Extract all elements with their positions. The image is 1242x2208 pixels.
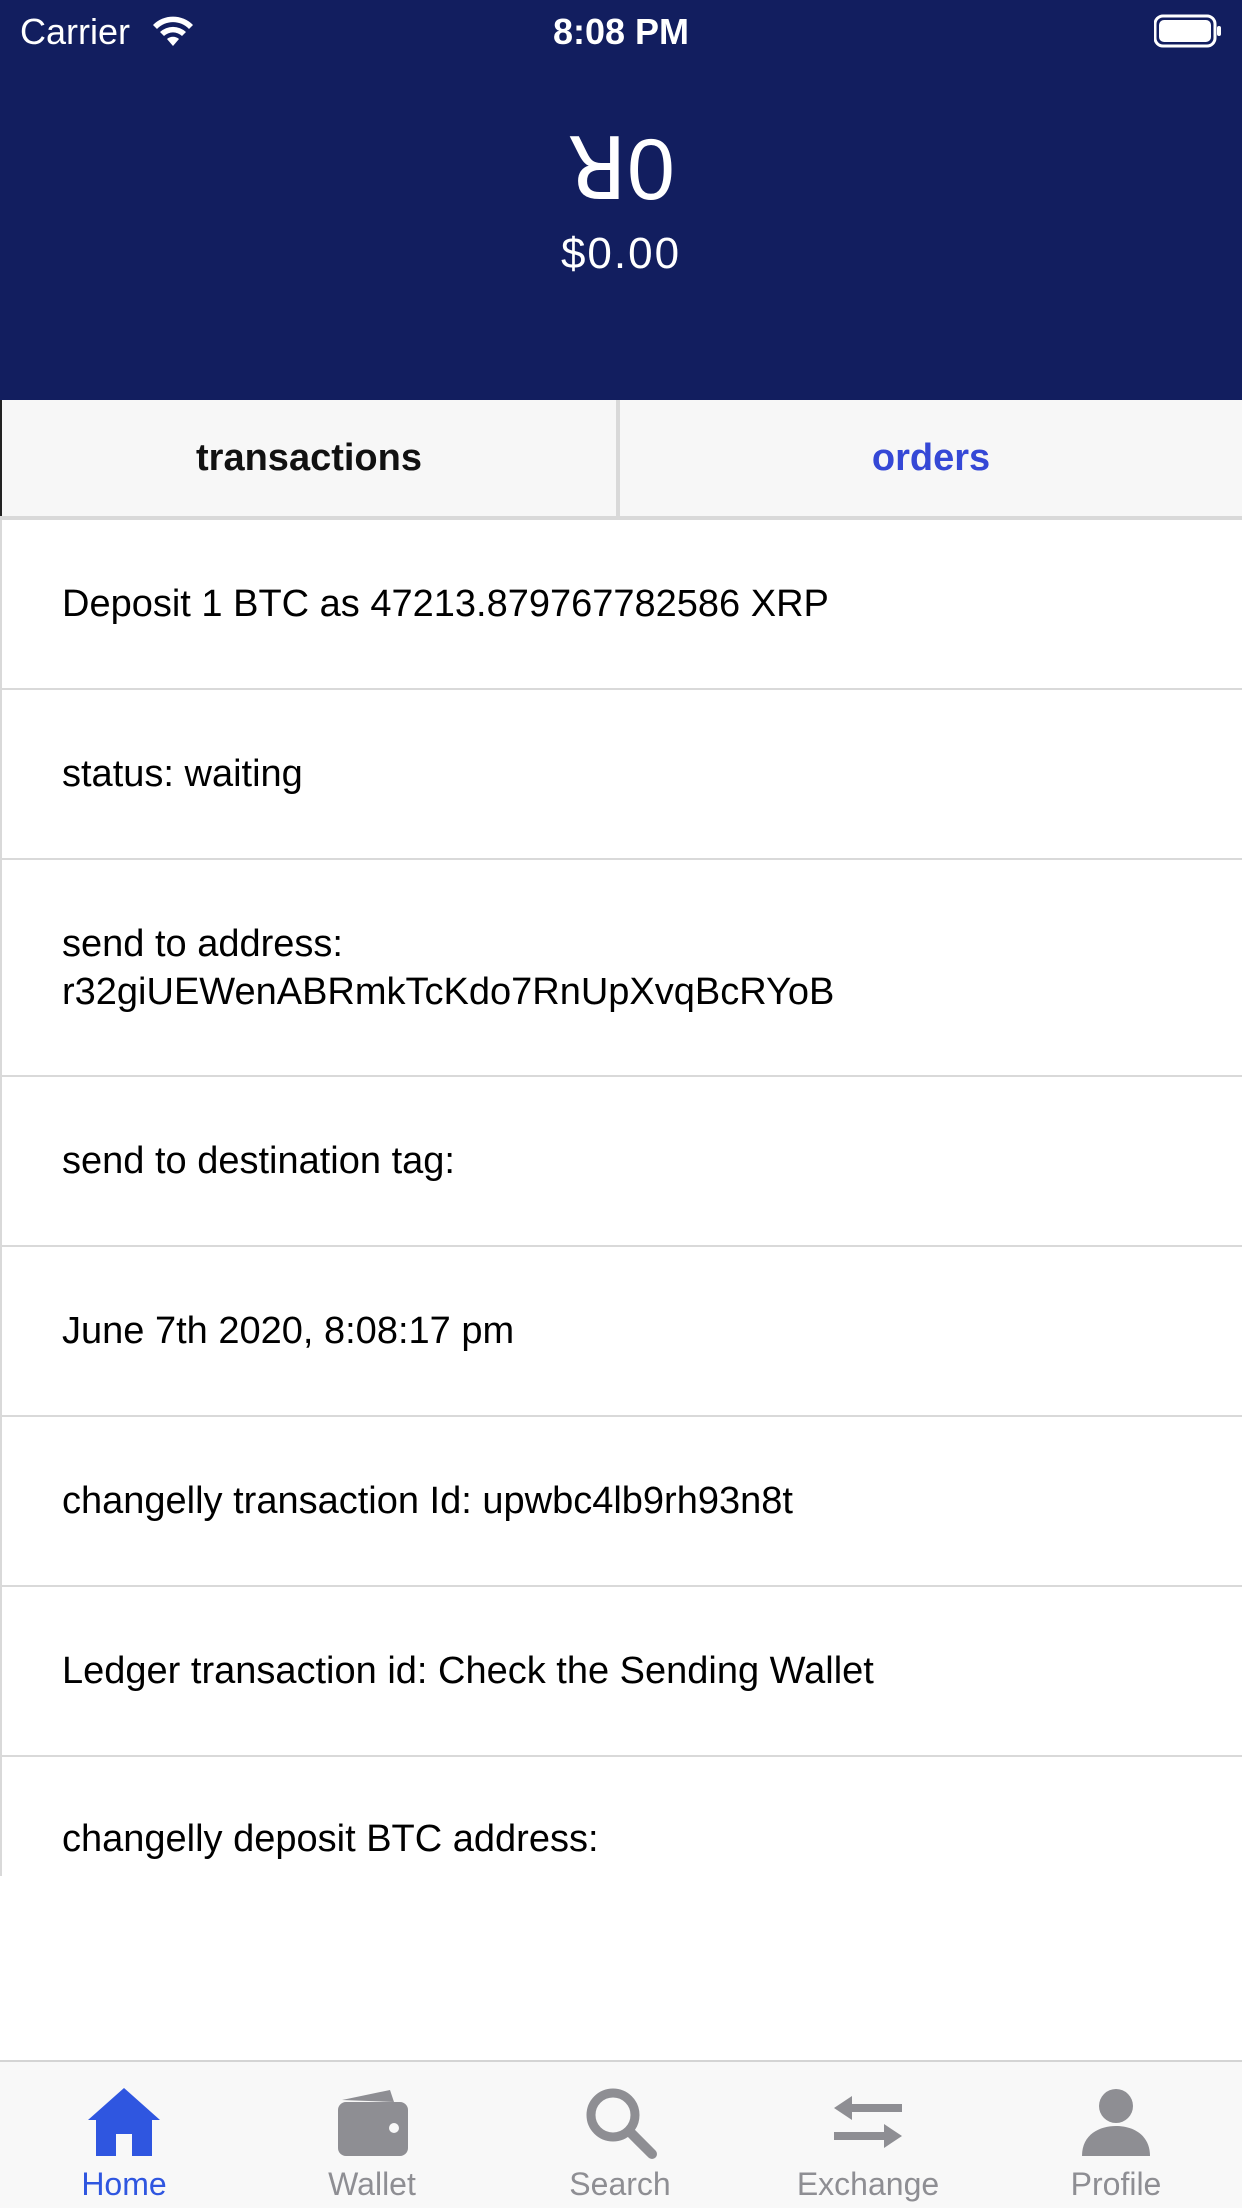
tabbar-exchange[interactable]: Exchange	[744, 2062, 992, 2208]
list-item-deposit-address: changelly deposit BTC address:	[0, 1757, 1242, 1876]
status-bar: Carrier 8:08 PM	[0, 0, 1242, 62]
list-item-date: June 7th 2020, 8:08:17 pm	[0, 1247, 1242, 1417]
send-address-value: r32giUEWenABRmkTcKdo7RnUpXvqBcRYoB	[62, 970, 835, 1013]
order-date: June 7th 2020, 8:08:17 pm	[62, 1310, 515, 1352]
status-time: 8:08 PM	[552, 11, 690, 52]
tabbar-wallet-label: Wallet	[328, 2166, 416, 2202]
tabbar-home-label: Home	[81, 2166, 167, 2202]
profile-icon	[1082, 2089, 1150, 2156]
tabbar-search[interactable]: Search	[496, 2062, 744, 2208]
list-item-deposit: Deposit 1 BTC as 47213.879767782586 XRP	[0, 520, 1242, 690]
tabbar-home[interactable]: Home	[0, 2062, 248, 2208]
tabbar-exchange-label: Exchange	[796, 2166, 940, 2202]
tabbar-wallet[interactable]: Wallet	[248, 2062, 496, 2208]
list-item-ledger-id: Ledger transaction id: Check the Sending…	[0, 1587, 1242, 1757]
destination-tag-label: send to destination tag:	[62, 1140, 455, 1182]
wallet-icon	[338, 2090, 408, 2156]
battery-icon	[1154, 14, 1221, 48]
send-address-label: send to address:	[62, 922, 343, 965]
home-icon	[88, 2088, 160, 2156]
exchange-icon	[834, 2096, 902, 2148]
xrp-balance: ꓤ0	[567, 122, 675, 218]
list-item-status: status: waiting	[0, 690, 1242, 860]
usd-balance: $0.00	[560, 229, 682, 278]
balance-header: Carrier 8:08 PM ꓤ0 $0.00	[0, 0, 1242, 400]
order-detail-list[interactable]: Deposit 1 BTC as 47213.879767782586 XRP …	[0, 520, 1242, 1876]
deposit-summary: Deposit 1 BTC as 47213.879767782586 XRP	[62, 583, 829, 625]
search-icon	[586, 2088, 657, 2159]
tabbar-search-label: Search	[569, 2166, 671, 2202]
list-item-changelly-id: changelly transaction Id: upwbc4lb9rh93n…	[0, 1417, 1242, 1587]
changelly-transaction-id: changelly transaction Id: upwbc4lb9rh93n…	[62, 1480, 793, 1522]
ledger-transaction-id: Ledger transaction id: Check the Sending…	[62, 1650, 874, 1692]
list-item-send-address: send to address: r32giUEWenABRmkTcKdo7Rn…	[0, 860, 1242, 1077]
bottom-tab-bar: Home Wallet Search Exchange Profile	[0, 2060, 1242, 2208]
tab-transactions[interactable]: transactions	[0, 400, 620, 516]
order-status: status: waiting	[62, 753, 303, 795]
list-item-destination-tag: send to destination tag:	[0, 1077, 1242, 1247]
tabbar-profile-label: Profile	[1070, 2166, 1162, 2202]
segmented-tabs: transactions orders	[0, 400, 1242, 520]
tab-orders[interactable]: orders	[620, 400, 1242, 516]
deposit-address-label: changelly deposit BTC address:	[62, 1818, 599, 1860]
tabbar-profile[interactable]: Profile	[992, 2062, 1240, 2208]
